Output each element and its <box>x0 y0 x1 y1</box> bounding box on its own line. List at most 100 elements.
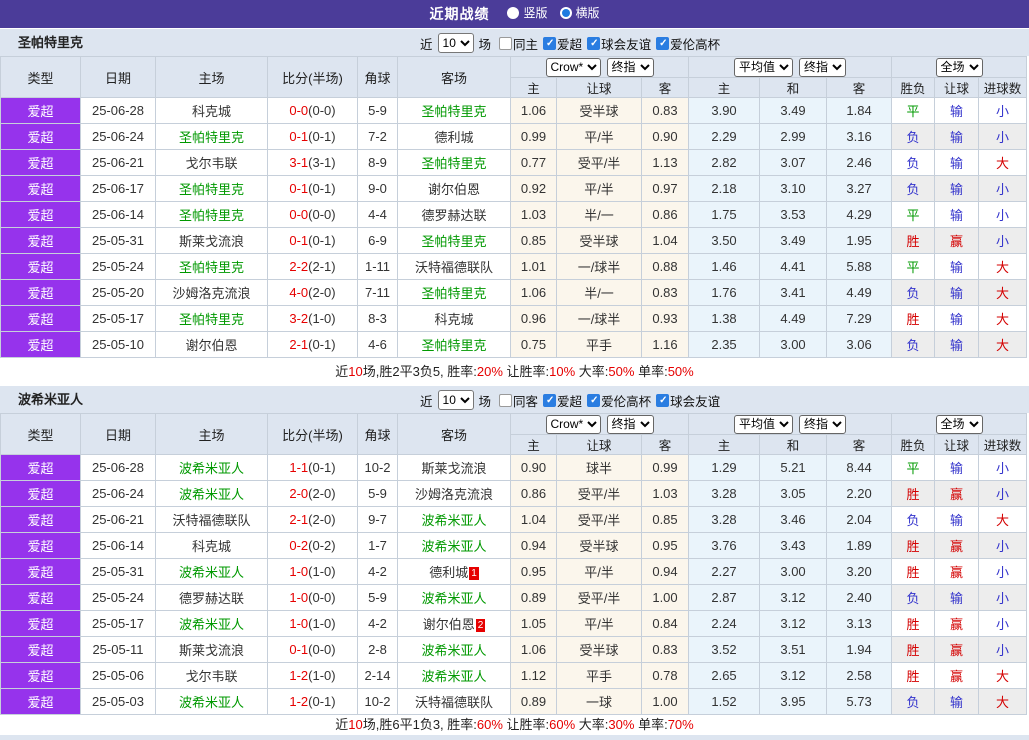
odds-group-header-1: 平均值 终指 <box>688 56 893 78</box>
home-team-cell[interactable]: 圣帕特里克 <box>155 253 268 280</box>
avg-home-odds: 1.29 <box>688 454 761 481</box>
away-team-cell[interactable]: 科克城 <box>397 305 511 332</box>
home-team-cell[interactable]: 沃特福德联队 <box>155 506 268 533</box>
home-team-cell[interactable]: 波希米亚人 <box>155 454 268 481</box>
summary-rate-value: 30% <box>608 717 635 732</box>
odds-source-select[interactable]: 全场 <box>935 57 983 77</box>
away-team-cell[interactable]: 波希米亚人 <box>397 506 511 533</box>
odds-sub-header: 和 <box>759 434 828 455</box>
odds-source-select[interactable]: Crow* <box>545 57 601 77</box>
away-team-cell[interactable]: 沃特福德联队 <box>397 688 511 715</box>
home-team-cell[interactable]: 戈尔韦联 <box>155 662 268 689</box>
away-team-cell[interactable]: 圣帕特里克 <box>397 97 511 124</box>
view-mode-radio-option[interactable]: 竖版 <box>507 4 548 21</box>
competition-checkbox[interactable] <box>543 36 557 50</box>
home-team-cell[interactable]: 戈尔韦联 <box>155 149 268 176</box>
odds-source-select[interactable]: 终指 <box>799 57 847 77</box>
avg-away-odds: 3.06 <box>826 331 893 358</box>
away-team-cell[interactable]: 波希米亚人 <box>397 662 511 689</box>
match-count-select[interactable]: 10 <box>437 390 474 410</box>
away-team-cell[interactable]: 波希米亚人 <box>397 532 511 559</box>
away-team-cell[interactable]: 德罗赫达联 <box>397 201 511 228</box>
radio-icon[interactable] <box>559 6 572 19</box>
fulltime-score: 2-1 <box>289 337 309 352</box>
away-team-cell[interactable]: 谢尔伯恩 <box>397 175 511 202</box>
same-venue-checkbox[interactable] <box>499 393 513 407</box>
away-team-name: 德罗赫达联 <box>421 208 487 223</box>
competition-checkbox[interactable] <box>656 393 670 407</box>
away-team-cell[interactable]: 圣帕特里克 <box>397 279 511 306</box>
crow-home-odds: 0.90 <box>510 454 557 481</box>
score-cell: 2-1(2-0) <box>267 506 358 533</box>
odds-sub-header: 主 <box>510 77 557 98</box>
away-team-cell[interactable]: 圣帕特里克 <box>397 227 511 254</box>
away-team-cell[interactable]: 波希米亚人 <box>397 636 511 663</box>
home-team-cell[interactable]: 圣帕特里克 <box>155 201 268 228</box>
crow-home-odds: 0.89 <box>510 688 557 715</box>
wdl-result: 平 <box>891 201 936 228</box>
radio-icon[interactable] <box>507 6 520 19</box>
crow-home-odds: 1.12 <box>510 662 557 689</box>
home-team-cell[interactable]: 波希米亚人 <box>155 480 268 507</box>
home-team-cell[interactable]: 科克城 <box>155 532 268 559</box>
odds-source-select[interactable]: 终指 <box>606 414 654 434</box>
odds-source-select[interactable]: Crow* <box>545 414 601 434</box>
odds-source-select[interactable]: 终指 <box>799 414 847 434</box>
home-team-cell[interactable]: 谢尔伯恩 <box>155 331 268 358</box>
match-date-cell: 25-06-14 <box>80 201 156 228</box>
away-team-cell[interactable]: 斯莱戈流浪 <box>397 454 511 481</box>
same-venue-checkbox[interactable] <box>499 36 513 50</box>
competition-checkbox[interactable] <box>656 36 670 50</box>
competition-checkbox[interactable] <box>543 393 557 407</box>
home-team-cell[interactable]: 沙姆洛克流浪 <box>155 279 268 306</box>
handicap-result: 输 <box>934 149 980 176</box>
home-team-cell[interactable]: 波希米亚人 <box>155 610 268 637</box>
crow-away-odds: 0.83 <box>640 97 690 124</box>
home-team-cell[interactable]: 圣帕特里克 <box>155 305 268 332</box>
card-badge: 2 <box>475 619 486 632</box>
handicap-result: 输 <box>934 253 980 280</box>
odds-source-select[interactable]: 平均值 <box>734 57 794 77</box>
away-team-cell[interactable]: 德利城 <box>397 123 511 150</box>
home-team-cell[interactable]: 科克城 <box>155 97 268 124</box>
home-team-cell[interactable]: 斯莱戈流浪 <box>155 227 268 254</box>
crow-handicap: 受半球 <box>556 636 642 663</box>
home-team-cell[interactable]: 圣帕特里克 <box>155 123 268 150</box>
away-team-cell[interactable]: 波希米亚人 <box>397 584 511 611</box>
halftime-score: (0-1) <box>308 460 336 475</box>
match-count-select[interactable]: 10 <box>437 33 474 53</box>
odds-source-select[interactable]: 全场 <box>935 414 983 434</box>
odds-sub-header: 和 <box>759 77 828 98</box>
wdl-result: 负 <box>891 123 936 150</box>
home-team-cell[interactable]: 斯莱戈流浪 <box>155 636 268 663</box>
home-team-cell[interactable]: 波希米亚人 <box>155 688 268 715</box>
match-date-cell: 25-06-21 <box>80 149 156 176</box>
away-team-cell[interactable]: 沃特福德联队 <box>397 253 511 280</box>
goals-result: 大 <box>978 506 1028 533</box>
away-team-cell[interactable]: 圣帕特里克 <box>397 331 511 358</box>
away-team-cell[interactable]: 圣帕特里克 <box>397 149 511 176</box>
away-team-name: 谢尔伯恩 <box>427 182 480 197</box>
fulltime-score: 1-2 <box>289 668 309 683</box>
odds-source-select[interactable]: 终指 <box>606 57 654 77</box>
table-row: 爱超 25-05-10 谢尔伯恩 2-1(0-1) 4-6 圣帕特里克 0.75 平手 1.16… <box>0 331 1028 358</box>
home-team-cell[interactable]: 德罗赫达联 <box>155 584 268 611</box>
competition-checkbox[interactable] <box>587 393 601 407</box>
home-team-cell[interactable]: 波希米亚人 <box>155 558 268 585</box>
fulltime-score: 0-1 <box>289 642 309 657</box>
crow-home-odds: 1.06 <box>510 636 557 663</box>
summary-text: 近 <box>335 364 349 379</box>
odds-source-select[interactable]: 平均值 <box>734 414 794 434</box>
column-header-0: 类型 <box>0 56 81 98</box>
crow-handicap: 平/半 <box>556 610 642 637</box>
avg-away-odds: 4.49 <box>826 279 893 306</box>
away-team-cell[interactable]: 沙姆洛克流浪 <box>397 480 511 507</box>
wdl-result: 负 <box>891 279 936 306</box>
away-team-cell[interactable]: 德利城 1 <box>397 558 511 585</box>
competition-checkbox[interactable] <box>587 36 601 50</box>
away-team-cell[interactable]: 谢尔伯恩 2 <box>397 610 511 637</box>
score-cell: 4-0(2-0) <box>267 279 358 306</box>
view-mode-radio-selected[interactable]: 横版 <box>559 4 600 21</box>
avg-home-odds: 2.35 <box>688 331 761 358</box>
home-team-cell[interactable]: 圣帕特里克 <box>155 175 268 202</box>
